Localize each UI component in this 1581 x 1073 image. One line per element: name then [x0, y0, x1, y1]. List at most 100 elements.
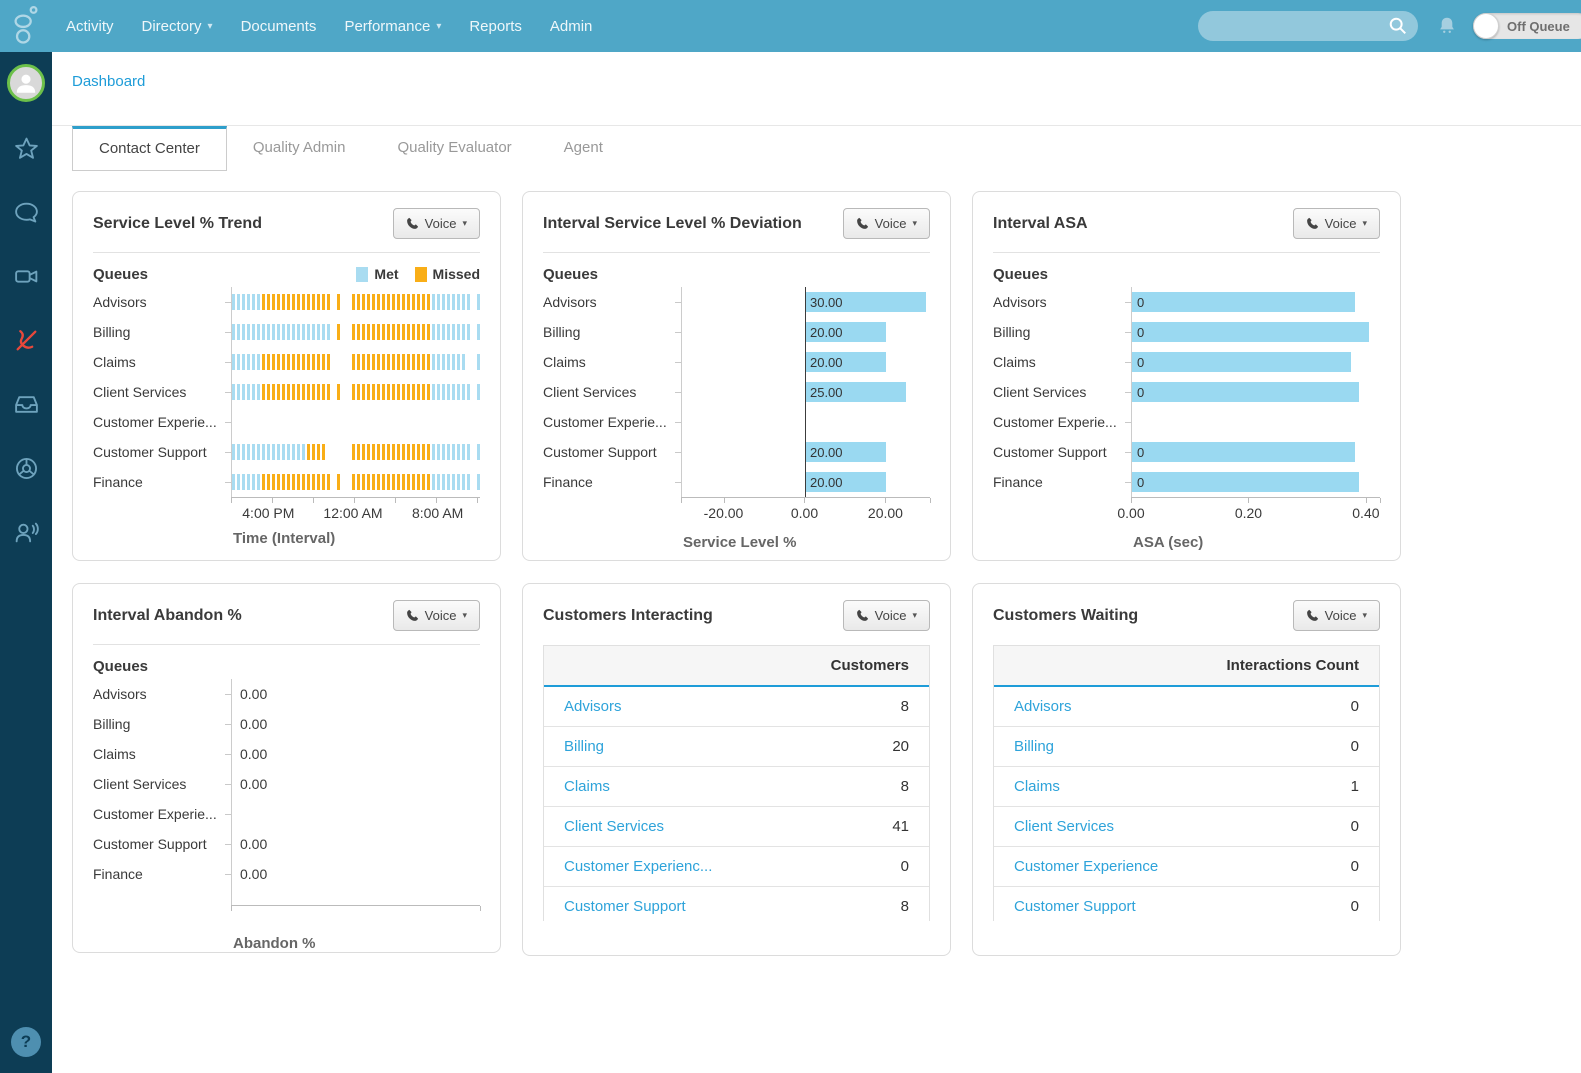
interval-tick	[462, 474, 465, 490]
interval-gap	[342, 324, 345, 340]
chat-icon[interactable]	[0, 180, 52, 244]
queue-link[interactable]: Customer Experienc...	[564, 858, 712, 875]
interval-tick	[237, 384, 240, 400]
chart-row: Billing20.00	[543, 317, 930, 347]
bar-plot: 0	[1131, 437, 1380, 467]
card-header: Service Level % Trend Voice ▾	[93, 208, 480, 239]
interval-tick	[467, 324, 470, 340]
interval-tick	[362, 294, 365, 310]
interval-tick	[322, 384, 325, 400]
queue-label: Billing	[93, 716, 231, 732]
queue-link[interactable]: Claims	[564, 778, 610, 795]
dashboard-wheel-icon[interactable]	[0, 436, 52, 500]
interval-tick	[452, 354, 455, 370]
interval-tick	[312, 474, 315, 490]
interval-tick	[462, 384, 465, 400]
voice-filter-label: Voice	[425, 216, 457, 231]
nav-item-directory[interactable]: Directory▾	[128, 0, 227, 52]
bar: 20.00	[805, 442, 886, 462]
favorites-star-icon[interactable]	[0, 116, 52, 180]
queue-label: Customer Experie...	[93, 414, 231, 430]
zero-line	[805, 347, 806, 377]
chart-row: Advisors	[93, 287, 480, 317]
breadcrumb[interactable]: Dashboard	[72, 73, 145, 90]
notifications-bell-icon[interactable]	[1436, 15, 1458, 37]
tab-contact-center[interactable]: Contact Center	[72, 126, 227, 171]
chart-row: Finance0	[993, 467, 1380, 497]
interval-gap	[347, 324, 350, 340]
value-list-chart: Advisors0.00Billing0.00Claims0.00Client …	[93, 679, 480, 952]
value-plot	[231, 799, 480, 829]
interval-tick	[287, 324, 290, 340]
interval-gap	[342, 384, 345, 400]
interval-gap	[327, 444, 330, 460]
voice-filter-button[interactable]: Voice ▾	[393, 600, 480, 631]
voice-filter-button[interactable]: Voice ▾	[1293, 600, 1380, 631]
queue-link[interactable]: Billing	[564, 738, 604, 755]
voice-filter-button[interactable]: Voice ▾	[843, 208, 930, 239]
tab-agent[interactable]: Agent	[538, 126, 629, 171]
interval-gap	[337, 354, 340, 370]
queue-link[interactable]: Claims	[1014, 778, 1060, 795]
interval-tick	[477, 384, 480, 400]
nav-item-documents[interactable]: Documents	[227, 0, 331, 52]
x-axis-tick	[480, 906, 481, 911]
tab-quality-evaluator[interactable]: Quality Evaluator	[371, 126, 537, 171]
video-call-icon[interactable]	[0, 244, 52, 308]
x-axis-tick	[930, 498, 931, 503]
interval-gap	[337, 444, 340, 460]
search-icon[interactable]	[1388, 16, 1408, 36]
card-customers-interacting: Customers Interacting Voice ▾ CustomersA…	[522, 583, 951, 956]
phone-icon	[856, 217, 869, 230]
interval-tick	[322, 474, 325, 490]
interval-gap	[472, 354, 475, 370]
voice-filter-button[interactable]: Voice ▾	[393, 208, 480, 239]
topbar-right: Off Queue	[1198, 11, 1581, 41]
search-input[interactable]	[1208, 18, 1388, 34]
table-row: Billing20	[544, 727, 929, 767]
nav-item-reports[interactable]: Reports	[455, 0, 536, 52]
interval-tick	[337, 324, 340, 340]
help-button[interactable]: ?	[11, 1027, 41, 1057]
chevron-down-icon: ▾	[1362, 218, 1367, 229]
nav-item-admin[interactable]: Admin	[536, 0, 607, 52]
bar-value-label: 20.00	[810, 445, 843, 460]
queue-link[interactable]: Customer Experience	[1014, 858, 1158, 875]
interval-tick	[237, 354, 240, 370]
user-avatar[interactable]	[7, 64, 45, 102]
nav-item-activity[interactable]: Activity	[52, 0, 128, 52]
interval-tick	[462, 324, 465, 340]
queue-value: 0	[1351, 738, 1359, 755]
chart-legend: MetMissed	[356, 266, 480, 282]
agent-voice-icon[interactable]	[0, 500, 52, 564]
interval-tick	[232, 324, 235, 340]
end-call-icon[interactable]	[0, 308, 52, 372]
tab-quality-admin[interactable]: Quality Admin	[227, 126, 372, 171]
queue-status-toggle[interactable]: Off Queue	[1473, 13, 1581, 39]
interval-tick	[457, 354, 460, 370]
queue-link[interactable]: Advisors	[1014, 698, 1072, 715]
queue-label: Customer Experie...	[993, 414, 1131, 430]
voice-filter-button[interactable]: Voice ▾	[1293, 208, 1380, 239]
voice-filter-button[interactable]: Voice ▾	[843, 600, 930, 631]
queue-link[interactable]: Customer Support	[1014, 898, 1136, 915]
interval-gap	[342, 354, 345, 370]
interval-tick	[367, 444, 370, 460]
queue-link[interactable]: Customer Support	[564, 898, 686, 915]
interval-tick	[437, 354, 440, 370]
queue-link[interactable]: Client Services	[1014, 818, 1114, 835]
nav-item-performance[interactable]: Performance▾	[330, 0, 455, 52]
queue-link[interactable]: Billing	[1014, 738, 1054, 755]
interval-tick	[242, 384, 245, 400]
interval-tick	[382, 384, 385, 400]
queue-link[interactable]: Client Services	[564, 818, 664, 835]
phone-icon	[406, 609, 419, 622]
search-box[interactable]	[1198, 11, 1418, 41]
chart-row: Billing0	[993, 317, 1380, 347]
queue-link[interactable]: Advisors	[564, 698, 622, 715]
app-logo-icon[interactable]	[0, 5, 52, 47]
inbox-icon[interactable]	[0, 372, 52, 436]
interval-tick	[322, 324, 325, 340]
interval-gap	[342, 294, 345, 310]
toggle-knob[interactable]	[1473, 13, 1499, 39]
